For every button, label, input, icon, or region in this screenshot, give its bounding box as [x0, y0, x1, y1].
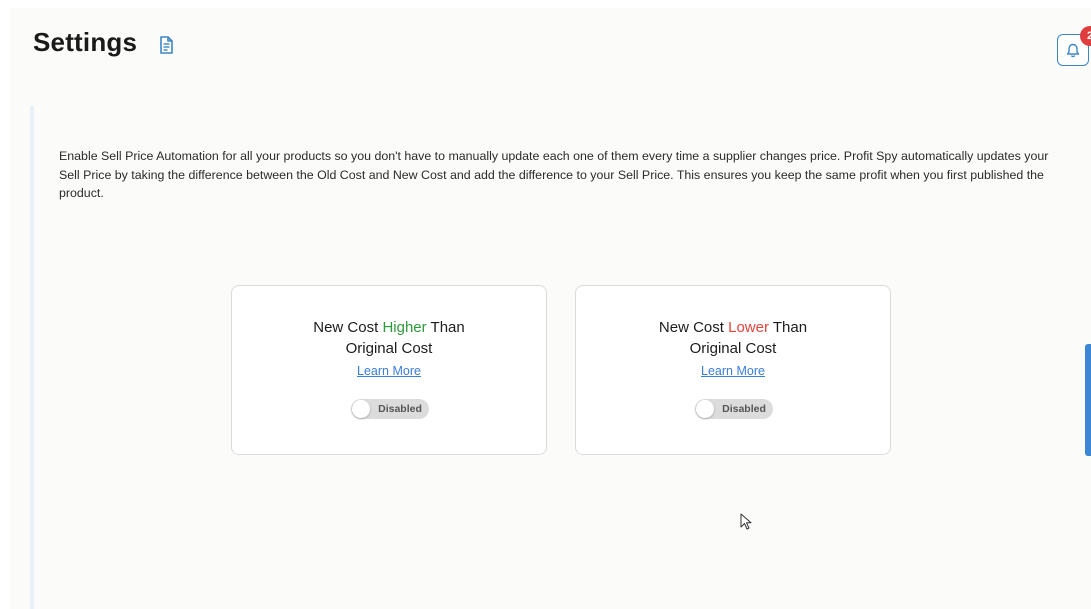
title-line2: Original Cost — [345, 340, 433, 357]
cost-higher-card: New Cost Higher Than Original Cost Learn… — [231, 285, 547, 455]
title-prefix: New Cost — [658, 319, 724, 336]
higher-cost-toggle[interactable]: Disabled — [351, 399, 429, 419]
page-title: Settings — [33, 27, 138, 57]
mouse-cursor-icon — [740, 513, 752, 530]
side-scroll-tab[interactable] — [1085, 344, 1091, 456]
top-strip — [0, 0, 1091, 8]
cost-lower-card: New Cost Lower Than Original Cost Learn … — [575, 285, 891, 455]
bell-icon — [1066, 43, 1080, 58]
left-strip — [0, 0, 10, 609]
title-highlight: Lower — [728, 319, 769, 336]
toggle-state-label: Disabled — [378, 403, 422, 415]
title-highlight: Higher — [382, 319, 427, 336]
automation-description: Enable Sell Price Automation for all you… — [59, 149, 1049, 200]
document-icon[interactable] — [156, 35, 176, 55]
card-title: New Cost Lower Than Original Cost — [576, 317, 890, 359]
title-suffix: Than — [772, 319, 808, 336]
card-title: New Cost Higher Than Original Cost — [232, 317, 546, 359]
title-prefix: New Cost — [313, 319, 379, 336]
title-line2: Original Cost — [689, 340, 777, 357]
toggle-knob — [696, 400, 714, 418]
toggle-knob — [352, 400, 370, 418]
settings-page: Settings 2 Enable Sell Price Automation … — [0, 0, 1091, 609]
lower-cost-toggle[interactable]: Disabled — [695, 399, 773, 419]
title-suffix: Than — [430, 319, 465, 336]
learn-more-link[interactable]: Learn More — [232, 364, 546, 378]
learn-more-link[interactable]: Learn More — [576, 364, 890, 378]
toggle-state-label: Disabled — [722, 403, 766, 415]
